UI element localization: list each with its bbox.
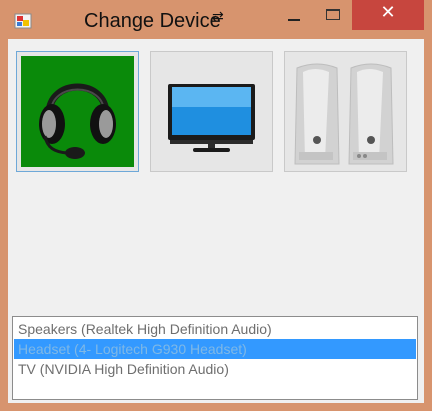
tv-icon (155, 56, 268, 167)
headset-icon (21, 56, 134, 167)
speakers-icon (289, 56, 402, 167)
device-listbox[interactable]: Speakers (Realtek High Definition Audio)… (12, 316, 418, 400)
device-tile-tv[interactable] (150, 51, 273, 172)
device-tile-headset[interactable] (16, 51, 139, 172)
close-icon: ✕ (380, 2, 396, 23)
change-device-window: Change Device ⇄ ✕ Speakers (Realtek High… (0, 0, 432, 411)
maximize-icon (326, 9, 340, 20)
device-tile-speakers[interactable] (284, 51, 407, 172)
app-icon[interactable] (14, 13, 32, 29)
window-title: Change Device (84, 10, 221, 32)
list-item-headset[interactable]: Headset (4- Logitech G930 Headset) (14, 339, 416, 359)
client-area: Speakers (Realtek High Definition Audio)… (8, 39, 424, 403)
minimize-icon (288, 19, 300, 21)
maximize-button[interactable] (314, 0, 352, 30)
list-item-speakers[interactable]: Speakers (Realtek High Definition Audio) (14, 319, 416, 339)
title-bar[interactable]: Change Device ⇄ ✕ (0, 0, 432, 40)
minimize-button[interactable] (274, 0, 314, 30)
move-cursor-icon: ⇄ (212, 9, 224, 25)
list-item-tv[interactable]: TV (NVIDIA High Definition Audio) (14, 359, 416, 379)
close-button[interactable]: ✕ (352, 0, 424, 30)
